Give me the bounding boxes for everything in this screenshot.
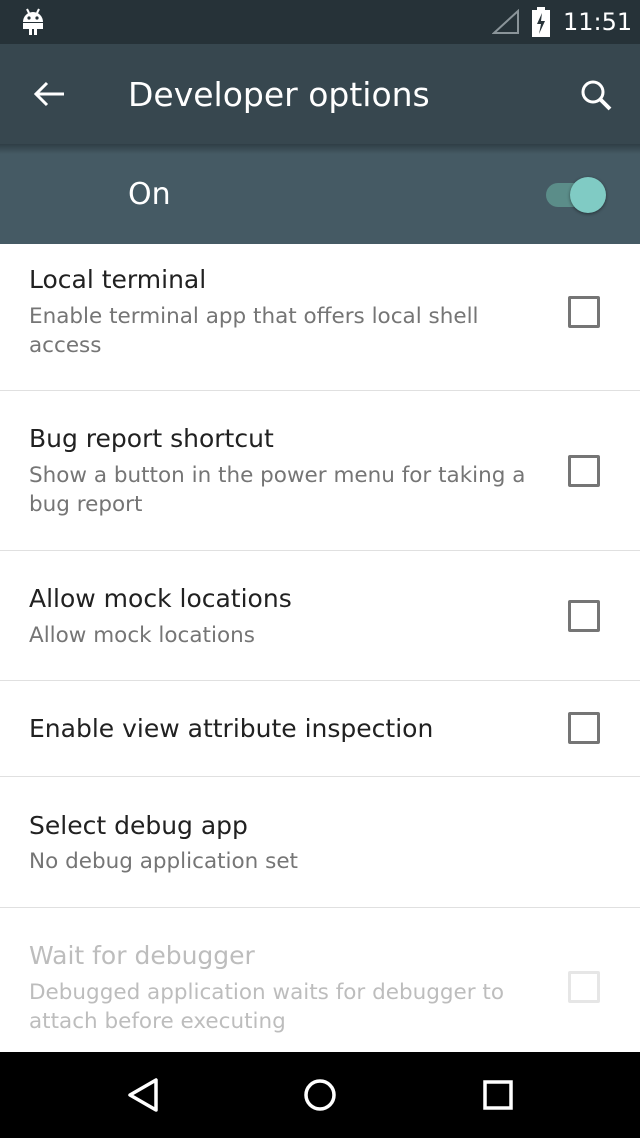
setting-title: Bug report shortcut: [29, 424, 274, 453]
setting-allow-mock-locations[interactable]: Allow mock locations Allow mock location…: [0, 551, 640, 681]
setting-title: Local terminal: [29, 265, 207, 294]
navigation-bar: [0, 1052, 640, 1138]
checkbox-view-attribute-inspection[interactable]: [568, 712, 600, 744]
setting-title: Wait for debugger: [29, 941, 255, 970]
master-switch-label: On: [128, 177, 171, 212]
nav-home-button[interactable]: [290, 1070, 350, 1120]
back-triangle-icon: [113, 1078, 173, 1124]
battery-charging-icon: [531, 7, 551, 41]
search-button[interactable]: [570, 72, 622, 116]
status-bar: 11:51: [0, 0, 640, 44]
toolbar-shadow: [0, 144, 640, 154]
setting-select-debug-app[interactable]: Select debug app No debug application se…: [0, 777, 640, 908]
setting-summary: No debug application set: [29, 849, 298, 874]
master-switch-bar[interactable]: On: [0, 144, 640, 244]
search-icon: [570, 80, 614, 120]
arrow-back-icon: [22, 81, 66, 120]
nav-recents-button[interactable]: [468, 1070, 528, 1120]
checkbox-allow-mock-locations[interactable]: [568, 600, 600, 632]
page-title: Developer options: [128, 75, 430, 114]
setting-summary: Debugged application waits for debugger …: [29, 980, 505, 1034]
setting-title: Allow mock locations: [29, 584, 292, 613]
android-debug-icon: [20, 7, 46, 41]
checkbox-bug-report-shortcut[interactable]: [568, 455, 600, 487]
setting-summary: Show a button in the power menu for taki…: [29, 463, 526, 517]
checkbox-local-terminal[interactable]: [568, 296, 600, 328]
settings-list: Local terminal Enable terminal app that …: [0, 244, 640, 1052]
setting-wait-for-debugger: Wait for debugger Debugged application w…: [0, 908, 640, 1052]
setting-bug-report-shortcut[interactable]: Bug report shortcut Show a button in the…: [0, 391, 640, 551]
signal-icon: [491, 8, 520, 39]
status-clock: 11:51: [563, 8, 633, 36]
setting-summary: Enable terminal app that offers local sh…: [29, 304, 479, 358]
recents-square-icon: [468, 1080, 528, 1124]
toggle-thumb: [570, 177, 606, 213]
checkbox-wait-for-debugger: [568, 971, 600, 1003]
home-circle-icon: [290, 1079, 350, 1124]
setting-title: Select debug app: [29, 811, 248, 840]
setting-title: Enable view attribute inspection: [29, 714, 434, 743]
setting-local-terminal[interactable]: Local terminal Enable terminal app that …: [0, 244, 640, 391]
nav-back-button[interactable]: [113, 1070, 173, 1120]
toolbar: Developer options: [0, 44, 640, 144]
back-button[interactable]: [22, 72, 78, 116]
setting-view-attribute-inspection[interactable]: Enable view attribute inspection: [0, 681, 640, 777]
setting-summary: Allow mock locations: [29, 623, 255, 648]
master-switch-toggle[interactable]: [542, 174, 608, 214]
